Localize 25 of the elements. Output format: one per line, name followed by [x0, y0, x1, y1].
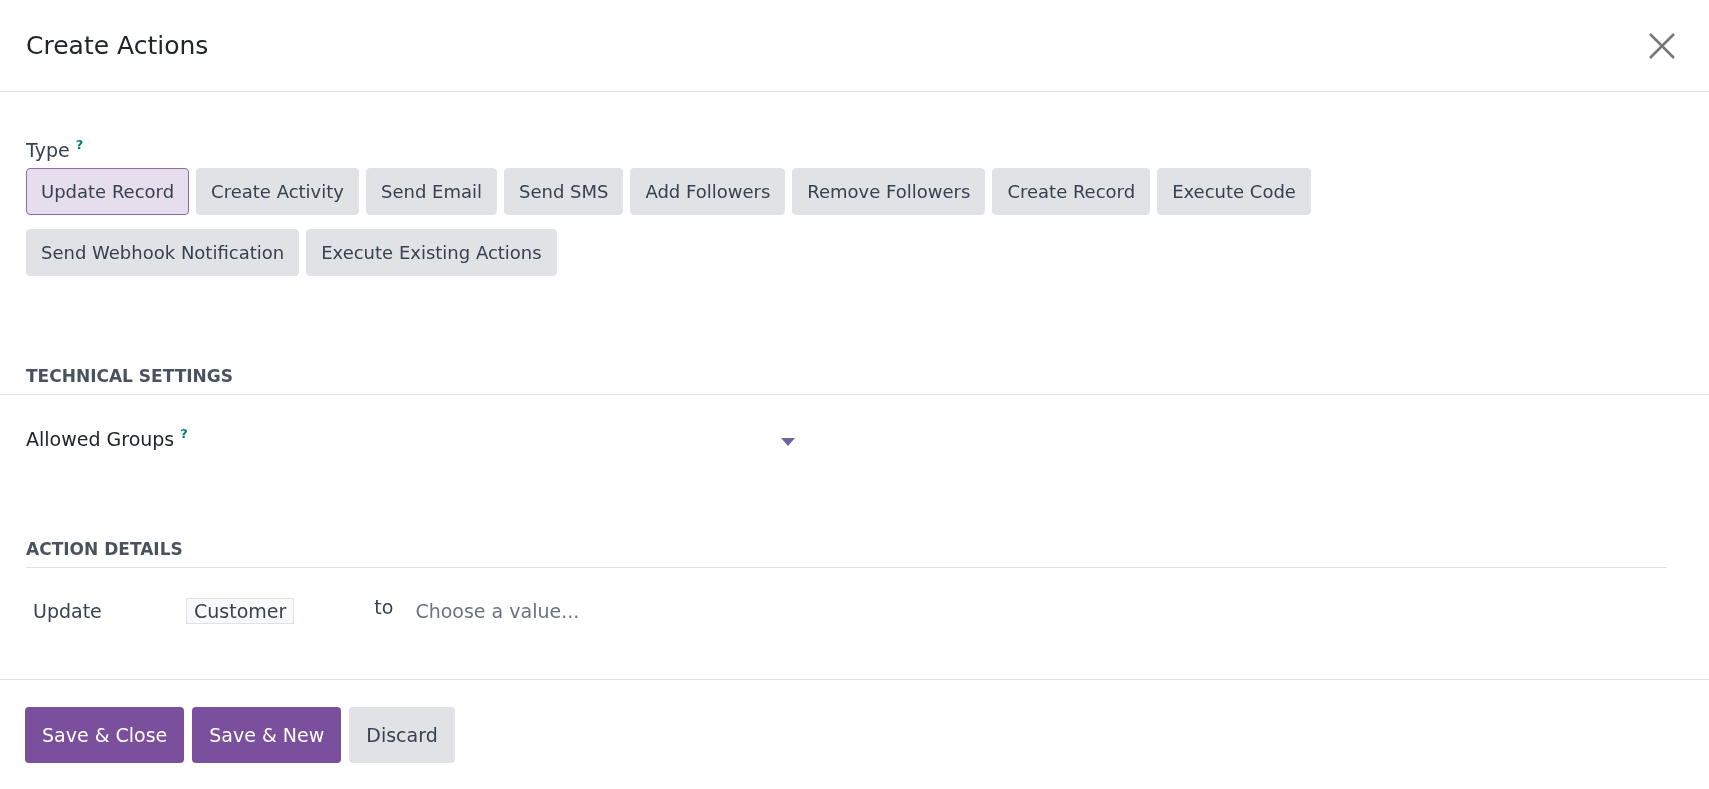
section-heading: TECHNICAL SETTINGS	[26, 366, 235, 386]
discard-button[interactable]: Discard	[349, 706, 455, 763]
to-label: to	[374, 596, 394, 618]
type-option[interactable]: Send Email	[365, 168, 497, 215]
type-option[interactable]: Send Webhook Notification	[26, 229, 300, 276]
help-tooltip[interactable]: ?	[75, 138, 84, 152]
type-option[interactable]: Add Followers	[630, 168, 786, 215]
update-label: Update	[33, 600, 103, 622]
save-button[interactable]: Save & Close	[25, 706, 185, 763]
type-option[interactable]: Create Record	[992, 168, 1151, 215]
type-option[interactable]: Execute Existing Actions	[306, 229, 557, 276]
type-option[interactable]: Execute Code	[1157, 168, 1311, 215]
section-heading: ACTION DETAILS	[26, 539, 184, 559]
type-option[interactable]: Create Activity	[196, 168, 359, 215]
type-option[interactable]: Send SMS	[503, 168, 624, 215]
caret-icon	[781, 438, 795, 446]
close-icon[interactable]	[1649, 32, 1675, 59]
save-button[interactable]: Save & New	[192, 706, 342, 763]
type-option[interactable]: Remove Followers	[792, 168, 986, 215]
dialog-title: Create Actions	[26, 31, 209, 60]
allowed-groups-label: Allowed Groups	[26, 427, 175, 451]
type-option[interactable]: Update Record	[26, 168, 190, 215]
type-label: Type	[26, 138, 70, 162]
help-tooltip[interactable]: ?	[180, 427, 188, 441]
field-selector[interactable]: Customer	[186, 598, 295, 624]
